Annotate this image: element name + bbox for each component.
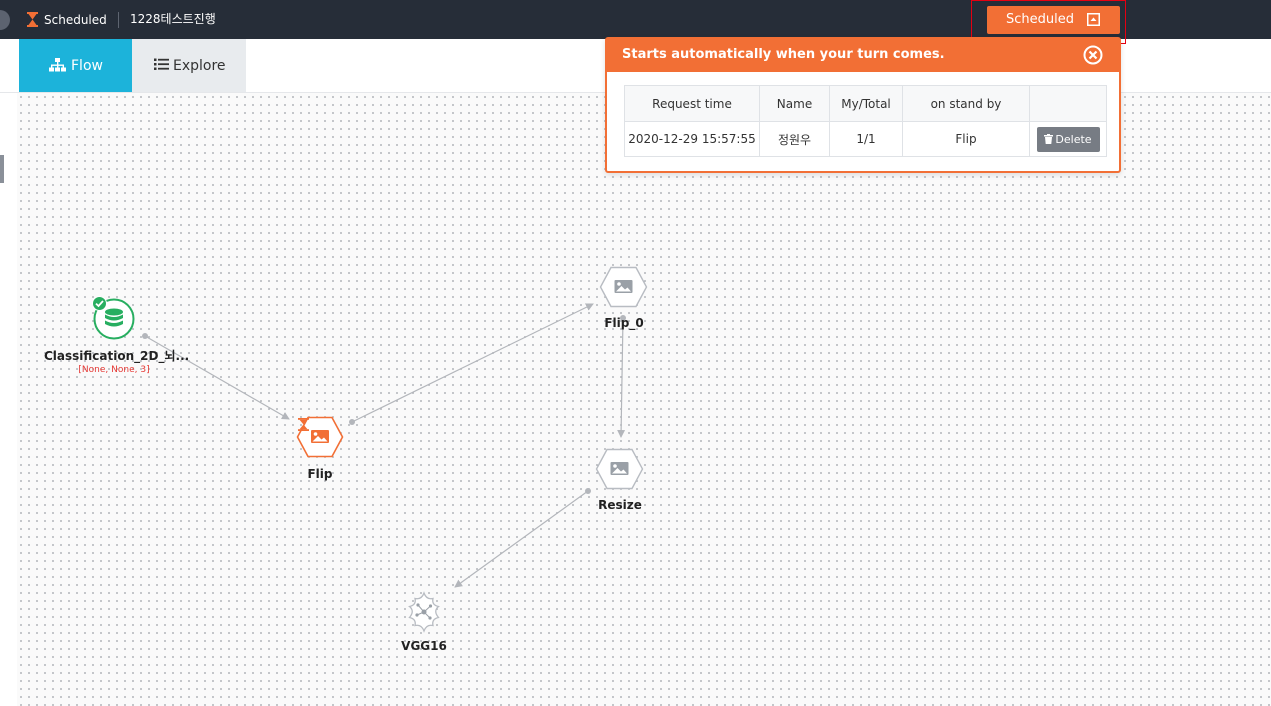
node-vgg16[interactable] [402,590,446,634]
column-header: Request time [624,85,760,122]
action-cell: Delete [1029,121,1107,157]
trash-icon [1044,133,1054,144]
my-total-cell: 1/1 [829,121,903,157]
project-name: 1228테스트진행 [130,12,216,26]
request-time-cell: 2020-12-29 15:57:55 [624,121,760,157]
neural-network-icon [408,591,440,633]
column-header: My/Total [829,85,903,122]
column-header: on stand by [902,85,1030,122]
tab-explore-label: Explore [173,58,226,74]
hourglass-icon [27,12,38,27]
image-icon [599,266,648,308]
column-header [1029,85,1107,122]
queue-table: Request time Name My/Total on stand by 2… [624,85,1107,157]
node-flip0-label: Flip_0 [604,316,644,330]
sidebar-handle[interactable] [0,155,4,183]
node-flip-label: Flip [307,467,333,481]
flow-canvas[interactable] [17,93,1271,706]
tab-flow[interactable]: Flow [19,39,132,92]
node-classification-label: Classification_2D_뇌... [44,349,190,363]
node-resize-label: Resize [598,498,642,512]
scheduled-button-label: Scheduled [1006,12,1074,27]
topbar-divider [118,12,119,28]
stand-by-cell: Flip [902,121,1030,157]
node-classification-shape-text: [None, None, 3] [78,365,150,375]
menu-toggle-button[interactable] [0,10,10,30]
delete-button-label: Delete [1055,132,1092,146]
node-vgg16-label: VGG16 [401,639,447,653]
hourglass-icon [298,418,309,431]
table-row: 2020-12-29 15:57:55 정원우 1/1 Flip Delete [624,121,1107,157]
name-cell: 정원우 [759,121,830,157]
top-bar: Scheduled 1228테스트진행 Scheduled [0,0,1271,39]
image-icon [595,448,644,490]
scheduled-queue-popup: Starts automatically when your turn come… [605,37,1121,173]
node-flip0[interactable] [599,266,648,308]
table-header-row: Request time Name My/Total on stand by [624,85,1107,122]
list-icon [154,58,169,70]
popup-title: Starts automatically when your turn come… [622,47,945,62]
delete-button[interactable]: Delete [1036,126,1100,152]
tab-flow-label: Flow [71,58,103,74]
collapse-up-icon [1087,13,1100,26]
check-icon [92,296,107,311]
scheduled-button[interactable]: Scheduled [987,6,1120,34]
run-status-text: Scheduled [44,13,107,27]
sitemap-icon [49,58,66,72]
close-icon[interactable] [1083,45,1103,65]
popup-header: Starts automatically when your turn come… [607,39,1119,72]
tab-explore[interactable]: Explore [132,39,246,92]
node-resize[interactable] [595,448,644,490]
column-header: Name [759,85,830,122]
